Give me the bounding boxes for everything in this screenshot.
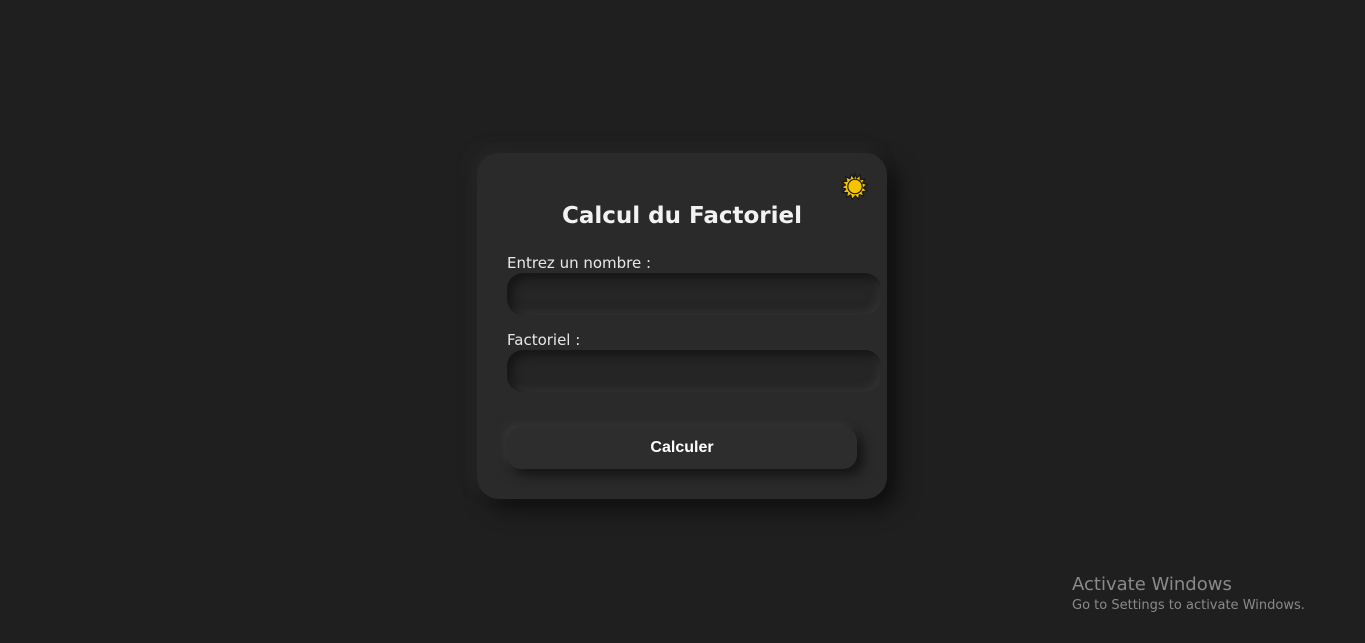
factorial-output-field[interactable] bbox=[507, 350, 881, 392]
number-label: Entrez un nombre : bbox=[507, 254, 652, 272]
windows-activation-watermark: Activate Windows Go to Settings to activ… bbox=[1072, 574, 1305, 613]
calculate-button[interactable]: Calculer bbox=[507, 427, 857, 469]
factorial-label: Factoriel : bbox=[507, 331, 581, 349]
page-title: Calcul du Factoriel bbox=[561, 203, 803, 229]
sun-icon bbox=[840, 172, 868, 201]
theme-toggle-button[interactable] bbox=[840, 172, 869, 201]
number-input[interactable] bbox=[507, 273, 881, 315]
factorial-card: Calcul du Factoriel Entrez un nombre : F… bbox=[477, 153, 887, 499]
watermark-subtitle: Go to Settings to activate Windows. bbox=[1072, 598, 1305, 613]
watermark-title: Activate Windows bbox=[1072, 574, 1232, 595]
